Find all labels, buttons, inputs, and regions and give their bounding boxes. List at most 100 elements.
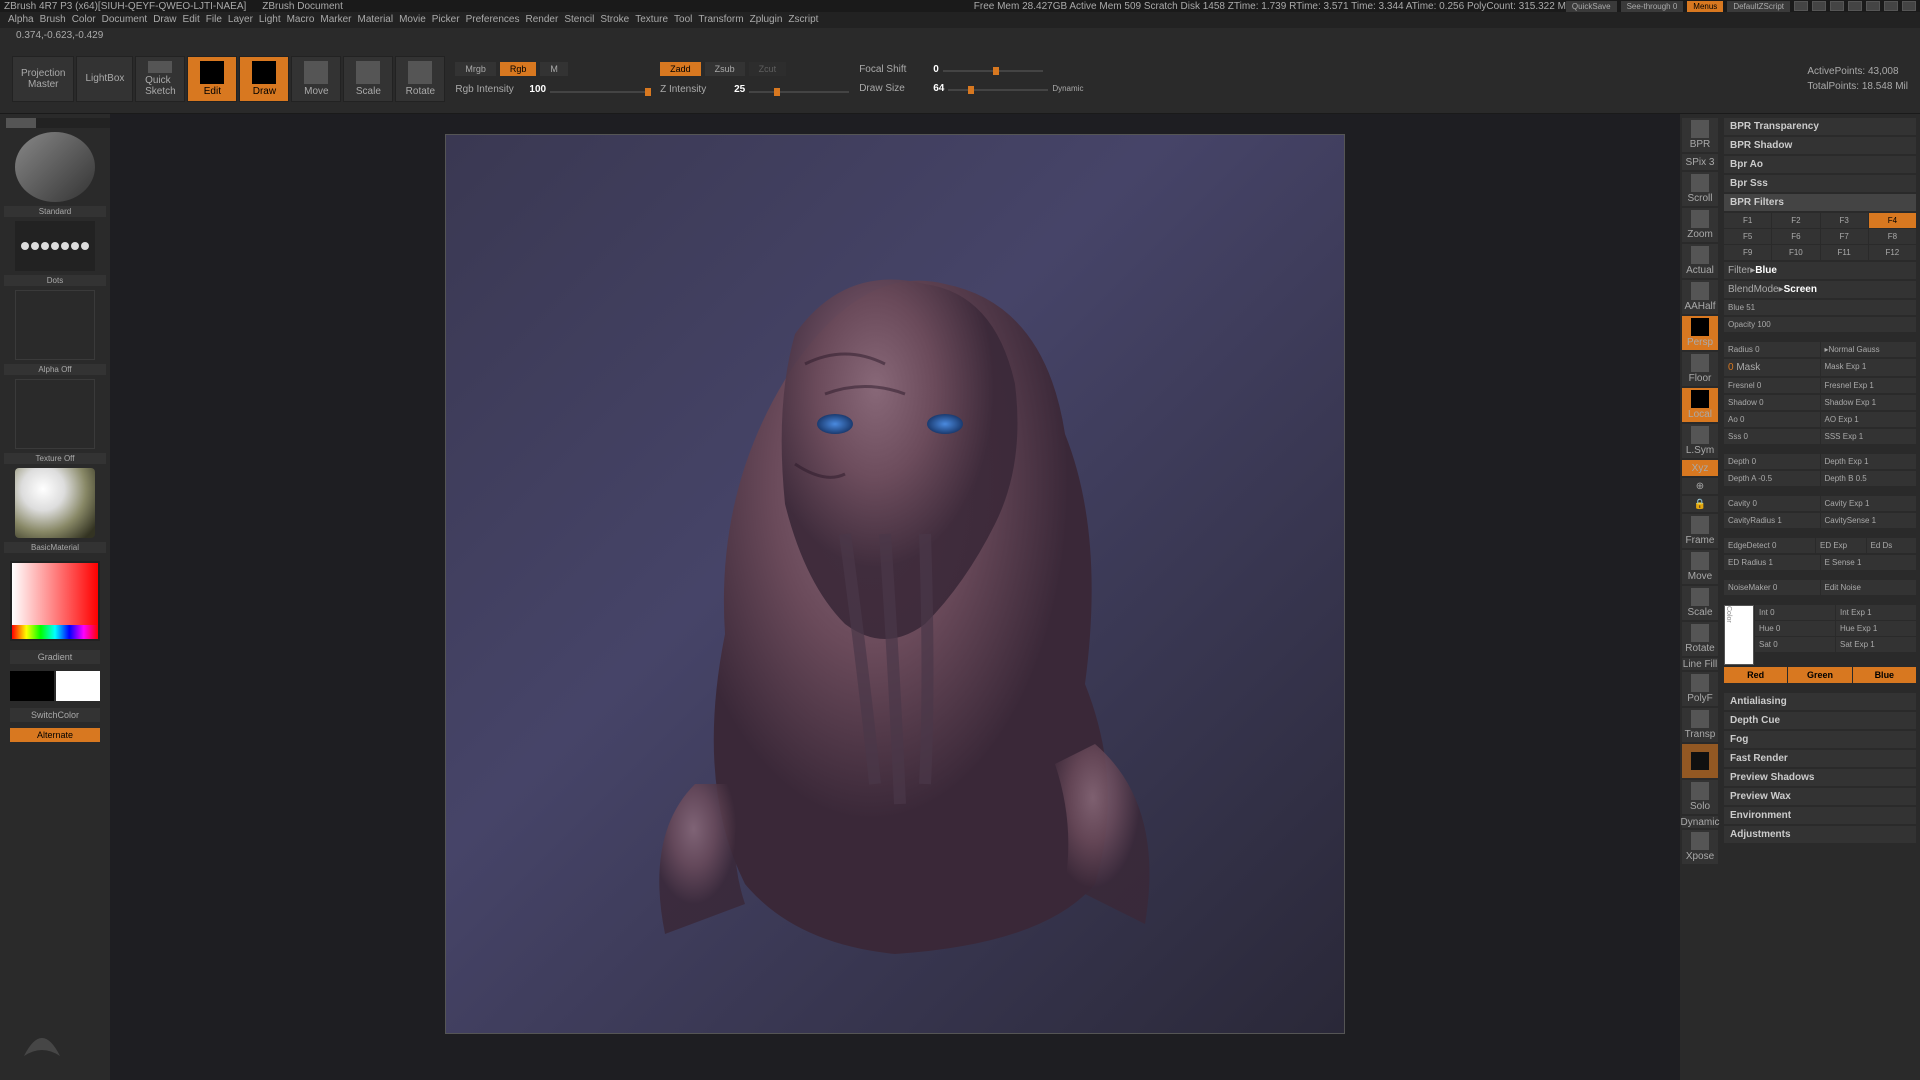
depth-exp-slider[interactable]: Depth Exp 1 [1821, 454, 1917, 469]
rot-center-button[interactable]: ⊕ [1682, 478, 1718, 494]
close-icon[interactable] [1902, 1, 1916, 11]
cavity-slider[interactable]: Cavity 0 [1724, 496, 1820, 511]
menu-document[interactable]: Document [102, 14, 148, 26]
switchcolor-button[interactable]: SwitchColor [10, 708, 100, 722]
filter-color-swatch[interactable]: Color [1724, 605, 1754, 665]
menu-macro[interactable]: Macro [287, 14, 315, 26]
bpr-sss-header[interactable]: Bpr Sss [1724, 175, 1916, 192]
nav-scale-button[interactable]: Scale [1682, 586, 1718, 620]
dynamic-nav-button[interactable]: Dynamic [1682, 816, 1718, 828]
bpr-filters-header[interactable]: BPR Filters [1724, 194, 1916, 211]
blue-toggle[interactable]: Blue [1853, 667, 1916, 683]
ed-radius-slider[interactable]: ED Radius 1 [1724, 555, 1820, 570]
antialiasing-header[interactable]: Antialiasing [1724, 693, 1916, 710]
fog-header[interactable]: Fog [1724, 731, 1916, 748]
zadd-button[interactable]: Zadd [660, 62, 701, 76]
filter-f10[interactable]: F10 [1772, 245, 1819, 260]
z-intensity-slider[interactable]: Z Intensity 25 [660, 84, 849, 95]
sat-slider[interactable]: Sat 0 [1755, 637, 1835, 652]
menu-material[interactable]: Material [358, 14, 394, 26]
ao-exp-slider[interactable]: AO Exp 1 [1821, 412, 1917, 427]
polyf-button[interactable]: PolyF [1682, 672, 1718, 706]
filter-f8[interactable]: F8 [1869, 229, 1916, 244]
filter-f12[interactable]: F12 [1869, 245, 1916, 260]
color-white-swatch[interactable] [56, 671, 100, 701]
filter-f6[interactable]: F6 [1772, 229, 1819, 244]
floor-button[interactable]: Floor [1682, 352, 1718, 386]
edit-noise-button[interactable]: Edit Noise [1821, 580, 1917, 595]
sss-slider[interactable]: Sss 0 [1724, 429, 1820, 444]
quicksketch-button[interactable]: Quick Sketch [135, 56, 185, 102]
rot-lock-button[interactable]: 🔒 [1682, 496, 1718, 512]
lightbox-button[interactable]: LightBox [76, 56, 133, 102]
adjustments-header[interactable]: Adjustments [1724, 826, 1916, 843]
filter-f4[interactable]: F4 [1869, 213, 1916, 228]
filter-f11[interactable]: F11 [1821, 245, 1868, 260]
scroll-button[interactable]: Scroll [1682, 172, 1718, 206]
blendmode-select[interactable]: BlendMode▸Screen [1724, 281, 1916, 298]
menu-picker[interactable]: Picker [432, 14, 460, 26]
radius-slider[interactable]: Radius 0 [1724, 342, 1820, 357]
sss-exp-slider[interactable]: SSS Exp 1 [1821, 429, 1917, 444]
persp-button[interactable]: Persp [1682, 316, 1718, 350]
bpr-button[interactable]: BPR [1682, 118, 1718, 152]
quicksave-button[interactable]: QuickSave [1566, 1, 1617, 12]
filter-type-select[interactable]: Filter▸Blue [1724, 262, 1916, 279]
projection-master-button[interactable]: Projection Master [12, 56, 74, 102]
rgb-intensity-slider[interactable]: Rgb Intensity 100 [455, 84, 650, 95]
int-exp-slider[interactable]: Int Exp 1 [1836, 605, 1916, 620]
menu-stencil[interactable]: Stencil [564, 14, 594, 26]
left-scroll[interactable] [6, 118, 126, 128]
depth-slider[interactable]: Depth 0 [1724, 454, 1820, 469]
nav-move-button[interactable]: Move [1682, 550, 1718, 584]
scale-button[interactable]: Scale [343, 56, 393, 102]
normal-gauss-toggle[interactable]: ▸Normal Gauss [1821, 342, 1917, 357]
linefill-button[interactable]: Line Fill [1682, 658, 1718, 670]
focal-shift-slider[interactable]: Focal Shift 0 [859, 64, 1083, 75]
minimize-icon[interactable] [1866, 1, 1880, 11]
filter-f3[interactable]: F3 [1821, 213, 1868, 228]
bpr-shadow-header[interactable]: BPR Shadow [1724, 137, 1916, 154]
transp-button[interactable]: Transp [1682, 708, 1718, 742]
depth-cue-header[interactable]: Depth Cue [1724, 712, 1916, 729]
noisemaker-slider[interactable]: NoiseMaker 0 [1724, 580, 1820, 595]
zsub-button[interactable]: Zsub [705, 62, 745, 76]
fast-render-header[interactable]: Fast Render [1724, 750, 1916, 767]
xyz-button[interactable]: Xyz [1682, 460, 1718, 476]
menu-draw[interactable]: Draw [153, 14, 176, 26]
filter-f5[interactable]: F5 [1724, 229, 1771, 244]
window-icon-4[interactable] [1848, 1, 1862, 11]
blue-slider[interactable]: Blue 51 [1724, 300, 1916, 315]
spix-slider[interactable]: SPix 3 [1682, 154, 1718, 170]
menu-alpha[interactable]: Alpha [8, 14, 34, 26]
window-icon-2[interactable] [1812, 1, 1826, 11]
mask-slider[interactable]: 0 Mask [1724, 359, 1820, 376]
filter-f9[interactable]: F9 [1724, 245, 1771, 260]
aahalf-button[interactable]: AAHalf [1682, 280, 1718, 314]
opacity-slider[interactable]: Opacity 100 [1724, 317, 1916, 332]
dynamic-toggle[interactable]: Dynamic [1052, 84, 1083, 93]
menu-file[interactable]: File [206, 14, 222, 26]
mrgb-button[interactable]: Mrgb [455, 62, 496, 76]
green-toggle[interactable]: Green [1788, 667, 1851, 683]
frame-button[interactable]: Frame [1682, 514, 1718, 548]
color-black-swatch[interactable] [10, 671, 54, 701]
shadow-slider[interactable]: Shadow 0 [1724, 395, 1820, 410]
filter-f7[interactable]: F7 [1821, 229, 1868, 244]
rotate-button[interactable]: Rotate [395, 56, 445, 102]
menu-render[interactable]: Render [526, 14, 559, 26]
color-picker[interactable] [10, 561, 100, 641]
menu-transform[interactable]: Transform [698, 14, 743, 26]
filter-f2[interactable]: F2 [1772, 213, 1819, 228]
menu-light[interactable]: Light [259, 14, 281, 26]
draw-size-slider[interactable]: Draw Size 64 Dynamic [859, 83, 1083, 94]
mask-exp-slider[interactable]: Mask Exp 1 [1821, 359, 1917, 376]
bpr-transparency-header[interactable]: BPR Transparency [1724, 118, 1916, 135]
menu-edit[interactable]: Edit [183, 14, 200, 26]
zcut-button[interactable]: Zcut [749, 62, 787, 76]
draw-button[interactable]: Draw [239, 56, 289, 102]
int-slider[interactable]: Int 0 [1755, 605, 1835, 620]
ao-slider[interactable]: Ao 0 [1724, 412, 1820, 427]
e-sense-slider[interactable]: E Sense 1 [1821, 555, 1917, 570]
menu-brush[interactable]: Brush [40, 14, 66, 26]
